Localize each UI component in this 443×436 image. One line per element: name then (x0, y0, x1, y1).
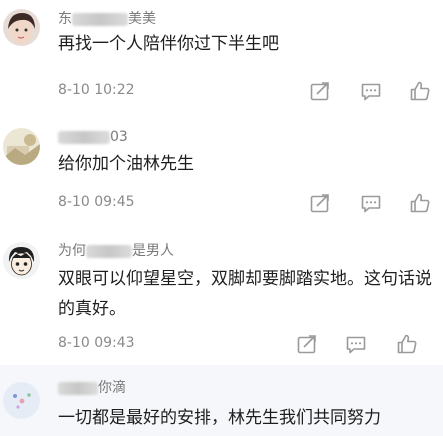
share-button[interactable] (309, 192, 331, 214)
like-button[interactable] (409, 80, 431, 102)
share-icon (297, 335, 316, 354)
blurred-name (58, 130, 110, 144)
comment-time: 8-10 09:45 (58, 194, 135, 210)
comment-icon (361, 195, 381, 213)
username[interactable]: 东 美美 (58, 8, 156, 28)
username[interactable]: 03 (58, 129, 128, 145)
thumbs-up-icon (397, 334, 417, 354)
like-button[interactable] (409, 192, 431, 214)
avatar[interactable] (3, 128, 40, 165)
thumbs-up-icon (410, 81, 430, 101)
avatar[interactable] (3, 382, 40, 419)
comment-text: 双眼可以仰望星空，双脚却要脚踏实地。这句话说的真好。 (58, 269, 432, 319)
username-suffix: 03 (110, 129, 128, 145)
share-icon (310, 194, 329, 213)
reply-button[interactable] (360, 80, 382, 102)
username-prefix: 东 (58, 11, 72, 27)
comment-time: 8-10 09:43 (58, 335, 135, 351)
username[interactable]: 你滴 (58, 377, 126, 397)
reply-button[interactable] (360, 192, 382, 214)
thumbs-up-icon (410, 193, 430, 213)
comment-icon (346, 336, 366, 354)
username-suffix: 你滴 (98, 380, 126, 396)
share-button[interactable] (309, 80, 331, 102)
like-button[interactable] (396, 333, 418, 355)
username-prefix: 为何 (58, 243, 86, 259)
reply-button[interactable] (345, 333, 367, 355)
comment-item: 03 给你加个油林先生 8-10 09:45 (0, 112, 443, 224)
blurred-name (72, 12, 128, 26)
blurred-name (58, 381, 98, 395)
comment-text: 一切都是最好的安排，林先生我们共同努力 (58, 408, 381, 428)
comment-item: 你滴 一切都是最好的安排，林先生我们共同努力 (0, 365, 443, 436)
username[interactable]: 为何 是男人 (58, 240, 174, 260)
share-button[interactable] (296, 333, 318, 355)
comment-icon (361, 83, 381, 101)
comment-text: 给你加个油林先生 (58, 154, 194, 174)
blurred-name (86, 244, 132, 258)
username-suffix: 美美 (128, 11, 156, 27)
comment-time: 8-10 10:22 (58, 82, 135, 98)
share-icon (310, 82, 329, 101)
avatar[interactable] (3, 242, 40, 279)
comment-item: 东 美美 再找一个人陪伴你过下半生吧 8-10 10:22 (0, 0, 443, 112)
avatar[interactable] (3, 9, 40, 46)
username-suffix: 是男人 (132, 243, 174, 259)
comment-text: 再找一个人陪伴你过下半生吧 (58, 34, 279, 54)
comment-item: 为何 是男人 双眼可以仰望星空，双脚却要脚踏实地。这句话说的真好。 8-10 09… (0, 224, 443, 365)
